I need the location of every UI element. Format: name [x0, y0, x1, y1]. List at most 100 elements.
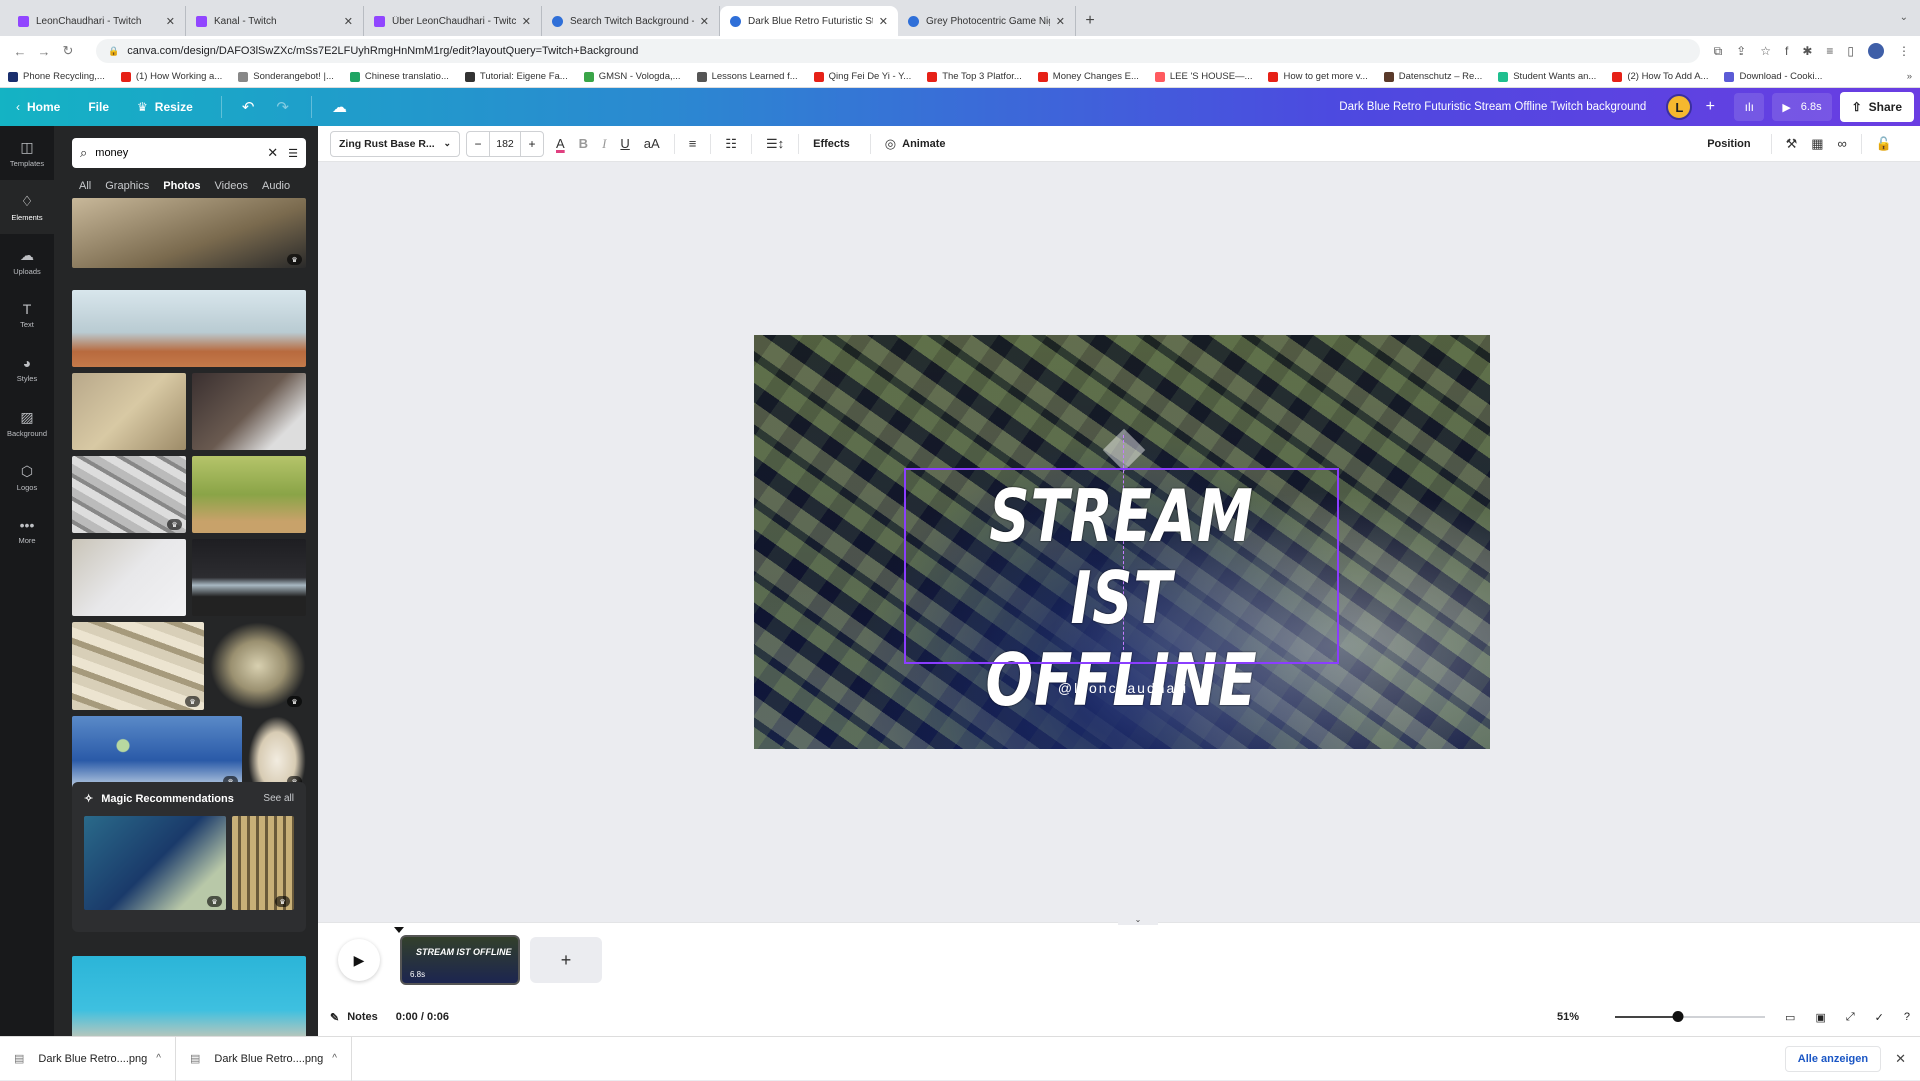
bookmark-item[interactable]: Download - Cooki... — [1724, 71, 1822, 82]
handle-text[interactable]: @leonchaudhari — [1058, 680, 1188, 696]
photo-result[interactable]: ♛ — [72, 716, 242, 790]
position-button[interactable]: Position — [1707, 138, 1750, 150]
photo-result[interactable]: ♛ — [248, 716, 306, 790]
close-tab-icon[interactable]: ✕ — [700, 15, 709, 28]
chevron-up-icon[interactable]: ^ — [156, 1053, 161, 1064]
bookmark-item[interactable]: Sonderangebot! |... — [238, 71, 334, 82]
bookmark-item[interactable]: (1) How Working a... — [120, 71, 222, 82]
bookmark-item[interactable]: Money Changes E... — [1037, 71, 1139, 82]
close-tab-icon[interactable]: ✕ — [344, 15, 353, 28]
bookmark-item[interactable]: Lessons Learned f... — [696, 71, 798, 82]
paint-roller-icon[interactable]: ⚒ — [1786, 136, 1798, 152]
close-tab-icon[interactable]: ✕ — [1056, 15, 1065, 28]
bookmark-item[interactable]: Datenschutz – Re... — [1383, 71, 1482, 82]
file-menu-button[interactable]: File — [88, 100, 109, 114]
browser-menu-icon[interactable]: ⋮ — [1898, 44, 1910, 58]
list-icon[interactable]: ☷ — [725, 136, 737, 152]
clear-search-icon[interactable]: ✕ — [267, 145, 278, 161]
download-item[interactable]: ▤ Dark Blue Retro....png ^ — [176, 1036, 352, 1081]
close-tab-icon[interactable]: ✕ — [879, 15, 888, 28]
browser-tab[interactable]: Über LeonChaudhari - Twitch ✕ — [364, 6, 542, 36]
browser-tab[interactable]: Search Twitch Background - C ✕ — [542, 6, 720, 36]
reading-list-icon[interactable]: ≡ — [1826, 44, 1833, 58]
translate-icon[interactable]: ⧉ — [1714, 44, 1723, 59]
user-avatar[interactable]: L — [1666, 94, 1693, 120]
rail-item-elements[interactable]: ♢ Elements — [0, 180, 54, 234]
notes-button[interactable]: ✎ Notes — [330, 1011, 378, 1024]
share-page-icon[interactable]: ⇪ — [1736, 44, 1746, 58]
cloud-save-icon[interactable]: ☁ — [332, 98, 347, 116]
download-item[interactable]: ▤ Dark Blue Retro....png ^ — [0, 1036, 176, 1081]
document-title[interactable]: Dark Blue Retro Futuristic Stream Offlin… — [1339, 101, 1646, 113]
browser-tab[interactable]: Grey Photocentric Game Night ✕ — [898, 6, 1076, 36]
invite-plus-button[interactable]: + — [1698, 98, 1722, 116]
home-button[interactable]: ‹ Home — [16, 100, 60, 114]
zoom-slider[interactable] — [1615, 1011, 1766, 1022]
photo-result[interactable] — [192, 373, 306, 450]
timeline-clip[interactable]: STREAM IST OFFLINE 6.8s — [400, 935, 520, 985]
diamond-graphic[interactable] — [1102, 428, 1146, 472]
bookmark-item[interactable]: (2) How To Add A... — [1612, 71, 1708, 82]
bookmark-item[interactable]: The Top 3 Platfor... — [927, 71, 1022, 82]
reload-icon[interactable]: ↻ — [58, 43, 78, 59]
fullscreen-icon[interactable]: ⤢ — [1846, 1011, 1855, 1024]
photo-result[interactable] — [72, 373, 186, 450]
photo-result[interactable] — [72, 956, 306, 1036]
underline-icon[interactable]: U — [620, 136, 629, 151]
browser-tab[interactable]: Kanal - Twitch ✕ — [186, 6, 364, 36]
grid-view-icon[interactable]: ▭ — [1785, 1011, 1795, 1024]
bookmark-item[interactable]: Student Wants an... — [1498, 71, 1596, 82]
rail-item-text[interactable]: T Text — [0, 288, 54, 342]
rail-item-more[interactable]: ••• More — [0, 504, 54, 558]
chevron-up-icon[interactable]: ^ — [332, 1053, 337, 1064]
photo-result[interactable] — [72, 539, 186, 616]
animate-button[interactable]: Animate — [902, 138, 945, 150]
recommendation-result[interactable]: ♛ — [84, 816, 226, 910]
help-icon[interactable]: ? — [1904, 1011, 1910, 1023]
bookmark-item[interactable]: Qing Fei De Yi - Y... — [813, 71, 911, 82]
present-play-button[interactable]: ▶ 6.8s — [1772, 93, 1832, 121]
search-input[interactable] — [95, 147, 268, 159]
lock-icon[interactable]: 🔓 — [1876, 136, 1892, 152]
design-page[interactable]: STREAM IST OFFLINE @leonchaudhari — [754, 335, 1490, 749]
bookmark-item[interactable]: How to get more v... — [1268, 71, 1368, 82]
resize-button[interactable]: ♛ Resize — [137, 100, 193, 114]
bookmark-item[interactable]: Phone Recycling,... — [8, 71, 105, 82]
undo-icon[interactable]: ↶ — [242, 98, 255, 116]
close-downloads-icon[interactable]: ✕ — [1895, 1051, 1906, 1067]
font-family-dropdown[interactable]: Zing Rust Base R... ⌄ — [330, 130, 460, 157]
close-tab-icon[interactable]: ✕ — [166, 15, 175, 28]
show-all-downloads-button[interactable]: Alle anzeigen — [1784, 1045, 1882, 1072]
share-button[interactable]: ⇧ Share — [1839, 92, 1914, 122]
photo-result[interactable]: ♛ — [72, 198, 306, 268]
see-all-link[interactable]: See all — [263, 793, 294, 804]
bookmark-item[interactable]: LEE 'S HOUSE—... — [1154, 71, 1252, 82]
link-icon[interactable]: ∞ — [1838, 136, 1847, 151]
selection-box[interactable] — [904, 468, 1339, 664]
increase-font-size-button[interactable]: + — [521, 137, 543, 151]
rail-item-logos[interactable]: ⬡ Logos — [0, 450, 54, 504]
photo-result[interactable] — [192, 539, 306, 616]
add-page-button[interactable]: + — [530, 937, 602, 983]
photo-result[interactable]: ♛ — [72, 622, 204, 710]
close-tab-icon[interactable]: ✕ — [522, 15, 531, 28]
align-center-icon[interactable]: ≡ — [689, 136, 697, 151]
bookmarks-overflow-icon[interactable]: » — [1907, 71, 1912, 82]
tab-search-chevron-icon[interactable]: ⌄ — [1900, 12, 1908, 23]
zoom-slider-knob[interactable] — [1672, 1011, 1684, 1022]
zoom-percent[interactable]: 51% — [1557, 1011, 1579, 1023]
photo-result[interactable] — [72, 290, 306, 367]
italic-icon[interactable]: I — [602, 136, 606, 152]
recommendation-result[interactable]: ♛ — [232, 816, 294, 910]
profile-avatar[interactable] — [1868, 43, 1884, 59]
font-size-input[interactable]: 182 — [489, 131, 521, 156]
browser-tab[interactable]: LeonChaudhari - Twitch ✕ — [8, 6, 186, 36]
side-panel-icon[interactable]: ▯ — [1847, 44, 1854, 58]
transparency-icon[interactable]: ▦ — [1811, 136, 1823, 152]
rail-item-templates[interactable]: ◫ Templates — [0, 126, 54, 180]
playhead-marker[interactable] — [394, 927, 404, 933]
letter-case-icon[interactable]: aA — [644, 136, 660, 151]
rail-item-uploads[interactable]: ☁ Uploads — [0, 234, 54, 288]
text-color-icon[interactable]: A — [556, 136, 565, 151]
new-tab-button[interactable]: + — [1076, 6, 1104, 36]
